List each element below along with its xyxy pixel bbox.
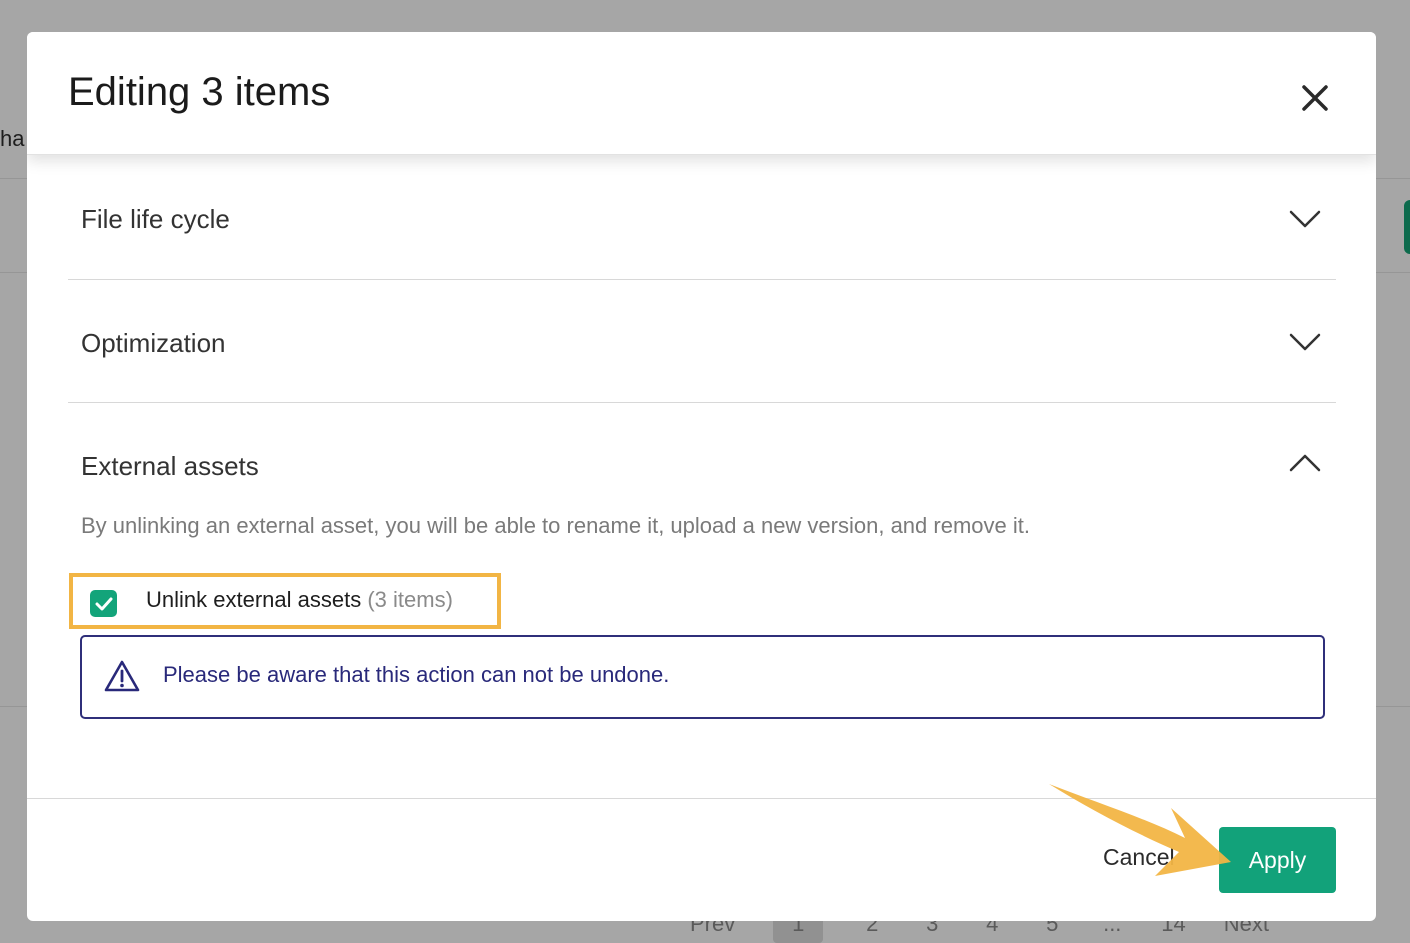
close-icon — [1302, 85, 1328, 111]
chevron-down-icon[interactable] — [1288, 202, 1322, 236]
modal-header: Editing 3 items — [27, 32, 1376, 155]
warning-text: Please be aware that this action can not… — [163, 662, 670, 687]
section-external-assets[interactable]: External assets — [68, 402, 1336, 522]
section-label: File life cycle — [81, 204, 230, 234]
background-green-tab — [1404, 200, 1410, 254]
warning-alert: Please be aware that this action can not… — [80, 635, 1325, 719]
close-button[interactable] — [1289, 72, 1341, 124]
annotation-arrow-icon — [1049, 784, 1231, 876]
section-label: Optimization — [81, 328, 226, 358]
background-partial-text: ha — [0, 126, 25, 151]
unlink-external-assets-checkbox[interactable] — [90, 590, 117, 617]
external-assets-description: By unlinking an external asset, you will… — [81, 513, 1030, 538]
checkbox-label-text: Unlink external assets — [146, 587, 362, 612]
chevron-down-icon[interactable] — [1288, 325, 1322, 359]
section-file-life-cycle[interactable]: File life cycle — [68, 154, 1336, 280]
apply-button[interactable]: Apply — [1219, 827, 1336, 893]
checkbox-item-count: (3 items) — [367, 587, 453, 612]
checkmark-icon — [95, 597, 112, 610]
unlink-external-assets-option[interactable]: Unlink external assets (3 items) — [69, 573, 501, 629]
checkbox-label[interactable]: Unlink external assets (3 items) — [146, 587, 453, 613]
section-optimization[interactable]: Optimization — [68, 279, 1336, 403]
edit-items-modal: Editing 3 items File life cycle Optimiza… — [27, 32, 1376, 921]
chevron-up-icon[interactable] — [1288, 446, 1322, 480]
warning-icon — [104, 660, 140, 692]
modal-title: Editing 3 items — [68, 70, 331, 114]
section-label: External assets — [81, 451, 259, 481]
